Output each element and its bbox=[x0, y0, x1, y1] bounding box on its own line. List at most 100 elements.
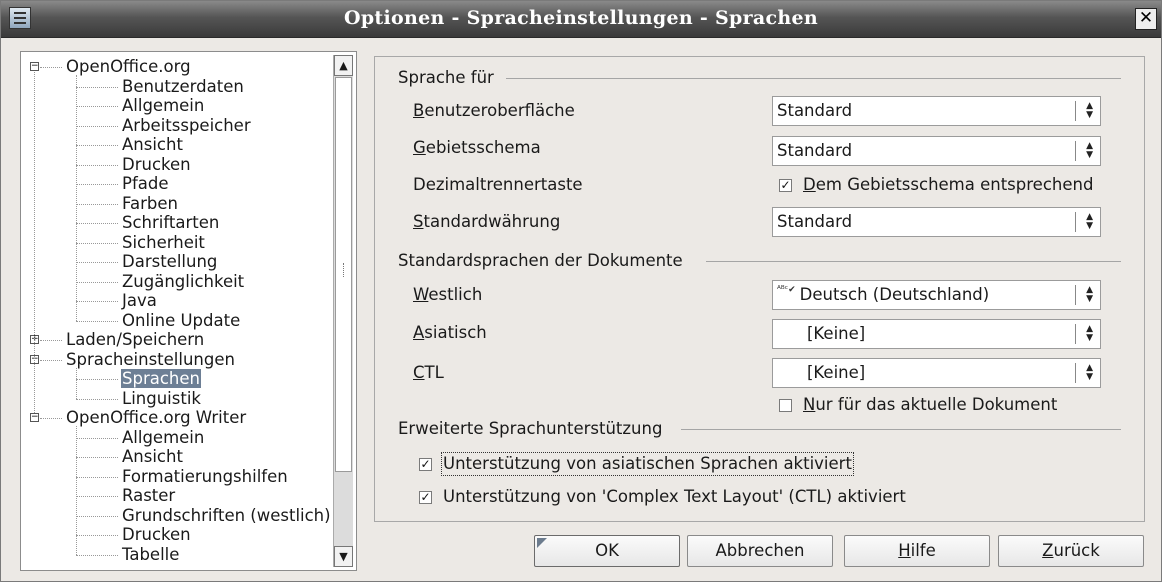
tree-connector bbox=[40, 340, 62, 341]
spin-arrows-icon[interactable]: ▲ ▼ bbox=[1086, 102, 1093, 120]
tree-node-item[interactable]: Formatierungshilfen bbox=[121, 467, 289, 487]
tree-node-item[interactable]: Darstellung bbox=[121, 252, 218, 272]
scroll-down-button[interactable]: ▼ bbox=[334, 546, 353, 567]
nur-aktuelles-checkbox[interactable] bbox=[779, 399, 792, 412]
tree-connector bbox=[40, 418, 62, 419]
gebietsschema-value: Standard bbox=[777, 141, 853, 160]
spin-arrows-icon[interactable]: ▲ ▼ bbox=[1086, 213, 1093, 231]
benutzeroberflaeche-select[interactable]: Standard ▲ ▼ bbox=[772, 96, 1101, 126]
asiatisch-unterstuetzung-label[interactable]: Unterstützung von asiatischen Sprachen a… bbox=[441, 452, 854, 476]
tree-node-item[interactable]: Benutzerdaten bbox=[121, 77, 245, 97]
label-ctl: CTL bbox=[413, 363, 444, 382]
tree-connector bbox=[40, 67, 62, 68]
tree-node-item[interactable]: Pfade bbox=[121, 174, 170, 194]
spin-arrows-icon[interactable]: ▲ ▼ bbox=[1086, 142, 1093, 160]
dezimal-checkbox[interactable]: ✓ bbox=[779, 179, 792, 192]
combo-separator bbox=[1075, 324, 1076, 344]
section-divider bbox=[506, 78, 1121, 79]
asiatisch-select[interactable]: [Keine] ▲ ▼ bbox=[772, 319, 1101, 349]
gebietsschema-select[interactable]: Standard ▲ ▼ bbox=[772, 136, 1101, 166]
westlich-value: ᴬᴮᶜ✔ Deutsch (Deutschland) bbox=[777, 285, 989, 305]
tree-node-label: OpenOffice.org Writer bbox=[66, 408, 247, 427]
collapse-icon[interactable]: − bbox=[30, 413, 39, 422]
options-tree[interactable]: OpenOffice.org − Benutzerdaten Allgemein Arb… bbox=[20, 51, 357, 571]
hilfe-button[interactable]: Hilfe bbox=[844, 535, 990, 567]
tree-node-item[interactable]: Drucken bbox=[121, 525, 192, 545]
tree-connector bbox=[76, 426, 77, 555]
tree-node-item[interactable]: Sicherheit bbox=[121, 233, 206, 253]
tree-node-parent[interactable]: OpenOffice.org Writer bbox=[65, 408, 247, 428]
tree-connector bbox=[76, 86, 118, 88]
tree-node-item[interactable]: Grundschriften (westlich) bbox=[121, 506, 332, 526]
tree-node-item[interactable]: Java bbox=[121, 291, 158, 311]
section-title-standardsprachen: Standardsprachen der Dokumente bbox=[398, 251, 691, 271]
tree-node-item[interactable]: Linguistik bbox=[121, 389, 202, 409]
standardwaehrung-select[interactable]: Standard ▲ ▼ bbox=[772, 207, 1101, 237]
tree-node-label: Tabelle bbox=[122, 544, 180, 564]
section-title-sprache-fuer: Sprache für bbox=[398, 68, 502, 88]
tree-node-item[interactable]: Ansicht bbox=[121, 135, 184, 155]
title-bar[interactable]: Optionen - Spracheinstellungen - Sprache… bbox=[1, 1, 1161, 38]
tree-node-label: Allgemein bbox=[122, 427, 205, 447]
section-divider bbox=[681, 429, 1121, 430]
ok-button-label: OK bbox=[595, 541, 619, 560]
options-dialog: Optionen - Spracheinstellungen - Sprache… bbox=[0, 0, 1162, 582]
westlich-select[interactable]: ᴬᴮᶜ✔ Deutsch (Deutschland) ▲ ▼ bbox=[772, 280, 1101, 310]
tree-node-item[interactable]: Farben bbox=[121, 194, 179, 214]
tree-node-label: Benutzerdaten bbox=[122, 76, 244, 96]
tree-connector bbox=[76, 379, 118, 380]
tree-connector bbox=[76, 554, 118, 556]
tree-connector bbox=[40, 359, 62, 361]
tree-connector bbox=[76, 437, 118, 439]
abbrechen-button[interactable]: Abbrechen bbox=[687, 535, 833, 567]
section-title-erweitert: Erweiterte Sprachunterstützung bbox=[398, 419, 671, 439]
close-button[interactable]: ✕ bbox=[1135, 8, 1157, 30]
ctl-select[interactable]: [Keine] ▲ ▼ bbox=[772, 358, 1101, 388]
tree-node-item[interactable]: Allgemein bbox=[121, 428, 205, 448]
spin-arrows-icon[interactable]: ▲ ▼ bbox=[1086, 364, 1093, 382]
tree-node-item[interactable]: Sprachen bbox=[121, 369, 201, 389]
tree-node-item[interactable]: Zugänglichkeit bbox=[121, 272, 245, 292]
tree-node-label: Grundschriften (westlich) bbox=[122, 505, 331, 525]
ctl-unterstuetzung-checkbox[interactable]: ✓ bbox=[419, 491, 432, 504]
label-gebietsschema: Gebietsschema bbox=[413, 138, 541, 157]
tree-connector bbox=[76, 496, 118, 497]
tree-node-parent[interactable]: Spracheinstellungen bbox=[65, 350, 236, 370]
combo-separator bbox=[1075, 101, 1076, 121]
dezimal-checkbox-label[interactable]: Dem Gebietsschema entsprechend bbox=[803, 175, 1093, 195]
asiatisch-unterstuetzung-checkbox[interactable]: ✓ bbox=[419, 458, 432, 471]
tree-scrollbar[interactable]: ▲ ▼ bbox=[333, 55, 353, 567]
tree-connector bbox=[76, 184, 118, 185]
tree-node-parent[interactable]: OpenOffice.org bbox=[65, 57, 192, 77]
combo-separator bbox=[1075, 285, 1076, 305]
ctl-unterstuetzung-label[interactable]: Unterstützung von 'Complex Text Layout' … bbox=[443, 487, 906, 507]
tree-node-item[interactable]: Schriftarten bbox=[121, 213, 220, 233]
label-westlich: Westlich bbox=[413, 285, 483, 304]
label-gebietsschema-text: ebietsschema bbox=[425, 138, 541, 157]
tree-node-item[interactable]: Drucken bbox=[121, 155, 192, 175]
spin-arrows-icon[interactable]: ▲ ▼ bbox=[1086, 325, 1093, 343]
tree-node-parent[interactable]: Laden/Speichern bbox=[65, 330, 205, 350]
tree-node-item[interactable]: Arbeitsspeicher bbox=[121, 116, 252, 136]
zurueck-button[interactable]: Zurück bbox=[998, 535, 1144, 567]
tree-node-item[interactable]: Allgemein bbox=[121, 96, 205, 116]
tree-node-item[interactable]: Online Update bbox=[121, 311, 241, 331]
ok-button[interactable]: OK bbox=[534, 535, 680, 567]
ctl-value: [Keine] bbox=[807, 363, 866, 382]
label-asiatisch-text: siatisch bbox=[424, 323, 487, 342]
tree-connector bbox=[76, 320, 118, 322]
scroll-thumb[interactable] bbox=[335, 77, 352, 472]
tree-node-item[interactable]: Tabelle bbox=[121, 545, 180, 565]
tree-connector bbox=[76, 145, 118, 146]
spin-arrows-icon[interactable]: ▲ ▼ bbox=[1086, 286, 1093, 304]
label-ctl-text: TL bbox=[424, 363, 444, 382]
nur-aktuelles-label[interactable]: Nur für das aktuelle Dokument bbox=[803, 395, 1057, 415]
tree-node-label: Sicherheit bbox=[122, 232, 205, 252]
tree-node-item[interactable]: Raster bbox=[121, 486, 176, 506]
tree-connector bbox=[76, 398, 118, 400]
tree-node-label: Spracheinstellungen bbox=[66, 349, 235, 369]
scroll-up-button[interactable]: ▲ bbox=[334, 55, 353, 76]
tree-node-label: Farben bbox=[122, 193, 178, 213]
tree-node-item[interactable]: Ansicht bbox=[121, 447, 184, 467]
collapse-icon[interactable]: − bbox=[30, 62, 39, 71]
